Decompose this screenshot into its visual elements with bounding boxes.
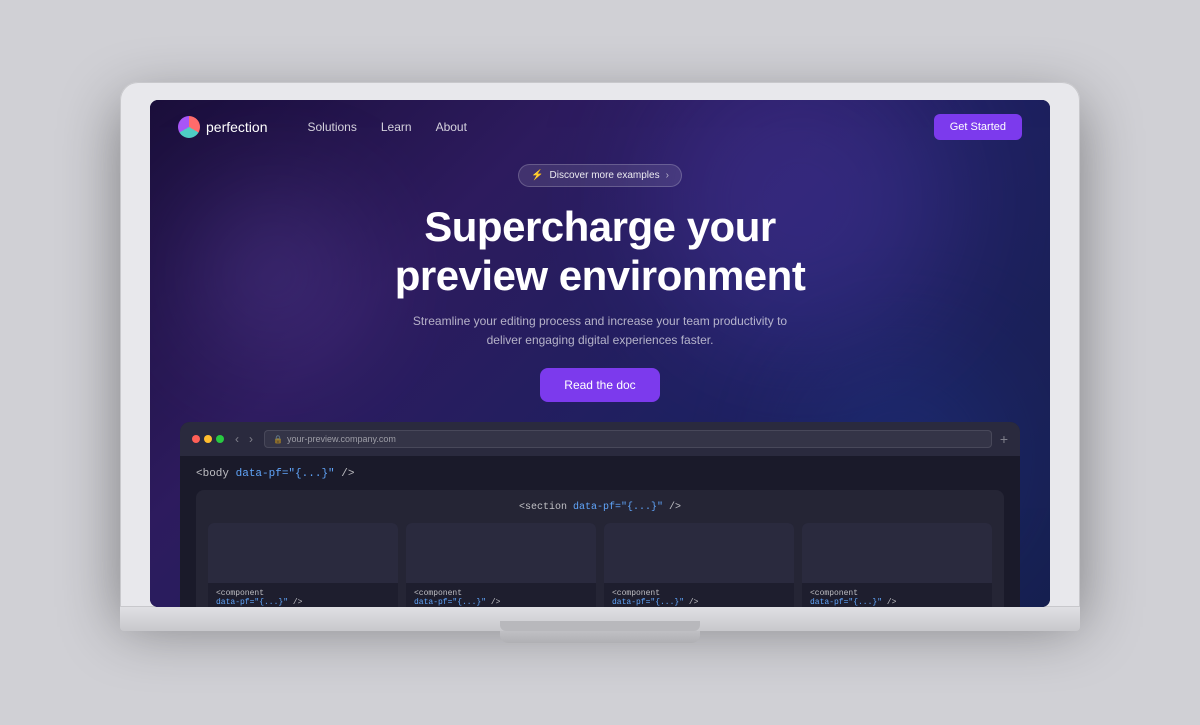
component-close-1: /> — [293, 598, 303, 606]
laptop-base — [120, 607, 1080, 631]
hero-title: Supercharge your preview environment — [190, 203, 1010, 300]
logo-text: perfection — [206, 119, 267, 135]
card-image-2 — [406, 523, 596, 583]
laptop-stand — [500, 631, 700, 643]
browser-traffic-lights — [192, 435, 224, 443]
card-code-1: <component data-pf="{...}" /> — [208, 583, 398, 606]
browser-toolbar: ‹ › 🔒 your-preview.company.com + — [180, 422, 1020, 456]
component-card-3: <component data-pf="{...}" /> — [604, 523, 794, 606]
hero-cta-button[interactable]: Read the doc — [540, 368, 659, 402]
hero-title-line2: preview environment — [395, 252, 806, 299]
component-tag-3: <component — [612, 589, 660, 598]
body-attr: data-pf="{...}" — [236, 468, 335, 480]
badge-icon: ⚡ — [531, 170, 543, 181]
component-attr-2: data-pf="{...}" — [414, 598, 486, 606]
logo-icon — [178, 116, 200, 138]
browser-back-button[interactable]: ‹ — [232, 432, 242, 446]
body-tag: <body — [196, 468, 229, 480]
logo: perfection — [178, 116, 267, 138]
body-close: /> — [341, 468, 354, 480]
component-cards-grid: <component data-pf="{...}" /> <component — [208, 523, 992, 606]
hero-subtitle: Streamline your editing process and incr… — [400, 312, 800, 350]
browser-address-bar[interactable]: 🔒 your-preview.company.com — [264, 430, 992, 448]
browser-mockup: ‹ › 🔒 your-preview.company.com + <body d… — [180, 422, 1020, 606]
component-tag-2: <component — [414, 589, 462, 598]
component-tag-1: <component — [216, 589, 264, 598]
component-card-2: <component data-pf="{...}" /> — [406, 523, 596, 606]
nav-links: Solutions Learn About — [307, 118, 466, 136]
nav-get-started-button[interactable]: Get Started — [934, 114, 1022, 140]
card-code-4: <component data-pf="{...}" /> — [802, 583, 992, 606]
component-attr-4: data-pf="{...}" — [810, 598, 882, 606]
navbar: perfection Solutions Learn About Get Sta… — [150, 100, 1050, 154]
nav-link-learn[interactable]: Learn — [381, 120, 412, 134]
component-card-4: <component data-pf="{...}" /> — [802, 523, 992, 606]
browser-maximize-dot[interactable] — [216, 435, 224, 443]
component-attr-1: data-pf="{...}" — [216, 598, 288, 606]
browser-close-dot[interactable] — [192, 435, 200, 443]
badge-text: Discover more examples — [550, 170, 660, 181]
laptop-screen: perfection Solutions Learn About Get Sta… — [150, 100, 1050, 606]
browser-url: your-preview.company.com — [287, 434, 396, 444]
card-code-2: <component data-pf="{...}" /> — [406, 583, 596, 606]
section-close: /> — [669, 502, 681, 513]
card-code-3: <component data-pf="{...}" /> — [604, 583, 794, 606]
section-tag: <section — [519, 502, 567, 513]
laptop-container: perfection Solutions Learn About Get Sta… — [120, 82, 1080, 642]
component-grid: <section data-pf="{...}" /> <component d… — [196, 490, 1004, 606]
lock-icon: 🔒 — [273, 435, 283, 444]
nav-link-about[interactable]: About — [436, 120, 467, 134]
website-content: perfection Solutions Learn About Get Sta… — [150, 100, 1050, 606]
browser-content: <body data-pf="{...}" /> <section data-p… — [180, 456, 1020, 606]
card-image-3 — [604, 523, 794, 583]
nav-link-solutions[interactable]: Solutions — [307, 120, 356, 134]
component-attr-3: data-pf="{...}" — [612, 598, 684, 606]
card-image-4 — [802, 523, 992, 583]
laptop-bezel: perfection Solutions Learn About Get Sta… — [120, 82, 1080, 606]
browser-forward-button[interactable]: › — [246, 432, 256, 446]
component-tag-4: <component — [810, 589, 858, 598]
component-close-4: /> — [887, 598, 897, 606]
browser-nav-buttons: ‹ › — [232, 432, 256, 446]
hero-section: ⚡ Discover more examples › Supercharge y… — [150, 154, 1050, 422]
discover-badge[interactable]: ⚡ Discover more examples › — [518, 164, 682, 187]
badge-chevron: › — [666, 170, 669, 181]
component-close-3: /> — [689, 598, 699, 606]
section-attr: data-pf="{...}" — [573, 502, 663, 513]
hero-title-line1: Supercharge your — [424, 203, 775, 250]
component-card-1: <component data-pf="{...}" /> — [208, 523, 398, 606]
body-code-line: <body data-pf="{...}" /> — [196, 468, 1004, 480]
card-image-1 — [208, 523, 398, 583]
browser-minimize-dot[interactable] — [204, 435, 212, 443]
component-close-2: /> — [491, 598, 501, 606]
browser-add-tab-button[interactable]: + — [1000, 431, 1008, 447]
section-code-line: <section data-pf="{...}" /> — [208, 502, 992, 513]
